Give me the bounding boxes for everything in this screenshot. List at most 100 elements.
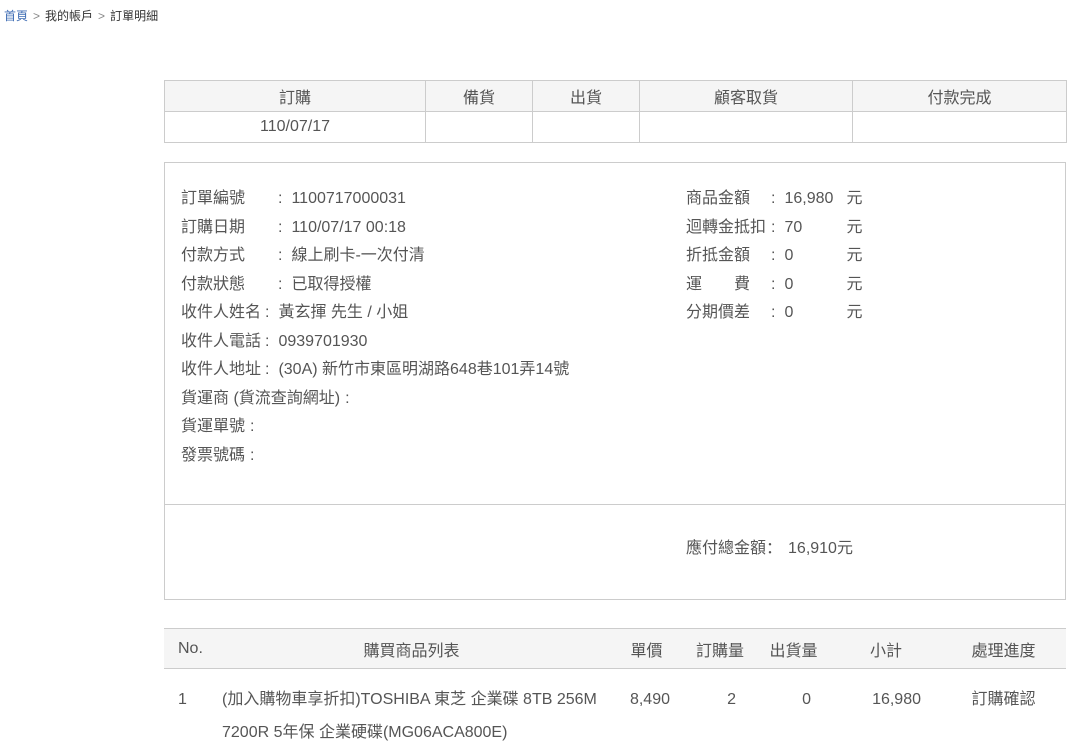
breadcrumb-separator: > bbox=[33, 9, 40, 23]
status-header-shipped: 出貨 bbox=[533, 81, 640, 112]
product-col-unit-price: 單價 bbox=[609, 629, 684, 669]
colon: : bbox=[771, 185, 775, 214]
payment-method-value: 線上刷卡-一次付清 bbox=[291, 242, 424, 271]
order-date-row: 訂購日期:110/07/17 00:18 bbox=[181, 214, 569, 243]
discount-amount-value: 0 bbox=[784, 242, 846, 271]
order-number-value: 1100717000031 bbox=[291, 185, 406, 214]
order-info-section: 訂單編號:1100717000031 訂購日期:110/07/17 00:18 … bbox=[165, 163, 1065, 505]
product-col-no: No. bbox=[164, 629, 214, 669]
recipient-address-row: 收件人地址: (30A) 新竹市東區明湖路648巷101弄14號 bbox=[181, 356, 569, 385]
status-header-row: 訂購 備貨 出貨 顧客取貨 付款完成 bbox=[165, 81, 1067, 112]
colon: : bbox=[250, 442, 254, 471]
payment-status-row: 付款狀態:已取得授權 bbox=[181, 271, 569, 300]
tracking-number-row: 貨運單號: bbox=[181, 413, 569, 442]
carrier-row: 貨運商 (貨流查詢網址): bbox=[181, 385, 569, 414]
status-header-paid: 付款完成 bbox=[853, 81, 1067, 112]
invoice-number-row: 發票號碼: bbox=[181, 442, 569, 471]
order-info-panel: 訂單編號:1100717000031 訂購日期:110/07/17 00:18 … bbox=[164, 162, 1066, 600]
recipient-phone-row: 收件人電話:0939701930 bbox=[181, 328, 569, 357]
shipping-fee-row: 運 費:0元 bbox=[686, 271, 862, 300]
breadcrumb: 首頁 > 我的帳戶 > 訂單明細 bbox=[4, 7, 158, 24]
order-date-value: 110/07/17 00:18 bbox=[291, 214, 405, 243]
currency-unit: 元 bbox=[846, 185, 862, 214]
recipient-phone-label: 收件人電話 bbox=[181, 328, 265, 357]
status-date-ordered: 110/07/17 bbox=[165, 112, 426, 143]
rebate-deduction-row: 迴轉金抵扣:70元 bbox=[686, 214, 862, 243]
status-value-row: 110/07/17 bbox=[165, 112, 1067, 143]
breadcrumb-item-order-detail: 訂單明細 bbox=[110, 9, 158, 23]
order-number-row: 訂單編號:1100717000031 bbox=[181, 185, 569, 214]
installment-diff-row: 分期價差:0元 bbox=[686, 299, 862, 328]
products-header-row: No. 購買商品列表 單價 訂購量 出貨量 小計 處理進度 bbox=[164, 629, 1066, 669]
product-col-ship-qty: 出貨量 bbox=[756, 629, 831, 669]
status-date-shipped bbox=[533, 112, 640, 143]
status-date-pickup bbox=[640, 112, 853, 143]
status-date-prepared bbox=[426, 112, 533, 143]
order-date-label: 訂購日期 bbox=[181, 214, 278, 243]
breadcrumb-item-account: 我的帳戶 bbox=[45, 9, 93, 23]
order-amounts-column: 商品金額:16,980元 迴轉金抵扣:70元 折抵金額:0元 運 費:0元 分期… bbox=[686, 185, 862, 328]
product-row-no: 1 bbox=[164, 669, 214, 749]
product-row-subtotal: 16,980 bbox=[831, 669, 941, 749]
colon: : bbox=[278, 242, 282, 271]
invoice-number-label: 發票號碼 bbox=[181, 442, 245, 471]
colon: : bbox=[771, 271, 775, 300]
installment-diff-value: 0 bbox=[784, 299, 846, 328]
total-due-value: 16,910元 bbox=[788, 540, 853, 557]
breadcrumb-separator: > bbox=[98, 9, 105, 23]
colon: : bbox=[265, 328, 269, 357]
product-col-name: 購買商品列表 bbox=[214, 629, 609, 669]
recipient-name-value: 黃玄揮 先生 / 小姐 bbox=[278, 299, 408, 328]
order-status-table: 訂購 備貨 出貨 顧客取貨 付款完成 110/07/17 bbox=[164, 80, 1067, 143]
colon: : bbox=[265, 356, 269, 385]
currency-unit: 元 bbox=[846, 214, 862, 243]
product-row: 1 (加入購物車享折扣)TOSHIBA 東芝 企業碟 8TB 256M 7200… bbox=[164, 669, 1066, 749]
currency-unit: 元 bbox=[846, 242, 862, 271]
shipping-fee-value: 0 bbox=[784, 271, 846, 300]
total-due-section: 應付總金額： 16,910元 bbox=[165, 505, 1065, 558]
recipient-name-label: 收件人姓名 bbox=[181, 299, 265, 328]
payment-status-label: 付款狀態 bbox=[181, 271, 278, 300]
rebate-deduction-value: 70 bbox=[784, 214, 846, 243]
colon: : bbox=[278, 185, 282, 214]
currency-unit: 元 bbox=[846, 299, 862, 328]
colon: : bbox=[278, 214, 282, 243]
colon: : bbox=[278, 271, 282, 300]
product-amount-row: 商品金額:16,980元 bbox=[686, 185, 862, 214]
product-row-unit-price: 8,490 bbox=[609, 669, 684, 749]
recipient-name-row: 收件人姓名: 黃玄揮 先生 / 小姐 bbox=[181, 299, 569, 328]
colon: : bbox=[345, 385, 349, 414]
products-table: No. 購買商品列表 單價 訂購量 出貨量 小計 處理進度 1 (加入購物車享折… bbox=[164, 628, 1066, 749]
product-row-order-qty: 2 bbox=[684, 669, 756, 749]
installment-diff-label: 分期價差 bbox=[686, 299, 771, 328]
product-col-status: 處理進度 bbox=[941, 629, 1066, 669]
rebate-deduction-label: 迴轉金抵扣 bbox=[686, 214, 771, 243]
colon: : bbox=[771, 214, 775, 243]
product-row-status: 訂購確認 bbox=[941, 669, 1066, 749]
status-header-ordered: 訂購 bbox=[165, 81, 426, 112]
order-info-left-column: 訂單編號:1100717000031 訂購日期:110/07/17 00:18 … bbox=[181, 185, 569, 470]
carrier-label: 貨運商 (貨流查詢網址) bbox=[181, 385, 340, 414]
colon: : bbox=[265, 299, 269, 328]
currency-unit: 元 bbox=[846, 271, 862, 300]
discount-amount-row: 折抵金額:0元 bbox=[686, 242, 862, 271]
breadcrumb-home-link[interactable]: 首頁 bbox=[4, 9, 28, 23]
status-date-paid bbox=[853, 112, 1067, 143]
colon: : bbox=[250, 413, 254, 442]
payment-method-row: 付款方式: 線上刷卡-一次付清 bbox=[181, 242, 569, 271]
colon: : bbox=[771, 242, 775, 271]
recipient-phone-value: 0939701930 bbox=[278, 328, 367, 357]
product-row-ship-qty: 0 bbox=[756, 669, 831, 749]
recipient-address-value: (30A) 新竹市東區明湖路648巷101弄14號 bbox=[278, 356, 569, 385]
recipient-address-label: 收件人地址 bbox=[181, 356, 265, 385]
status-header-prepared: 備貨 bbox=[426, 81, 533, 112]
product-amount-label: 商品金額 bbox=[686, 185, 771, 214]
shipping-fee-label: 運 費 bbox=[686, 271, 771, 300]
product-amount-value: 16,980 bbox=[784, 185, 846, 214]
status-header-pickup: 顧客取貨 bbox=[640, 81, 853, 112]
total-due-label: 應付總金額： bbox=[686, 540, 782, 557]
product-col-order-qty: 訂購量 bbox=[684, 629, 756, 669]
payment-method-label: 付款方式 bbox=[181, 242, 278, 271]
product-row-name: (加入購物車享折扣)TOSHIBA 東芝 企業碟 8TB 256M 7200R … bbox=[214, 669, 609, 749]
product-col-subtotal: 小計 bbox=[831, 629, 941, 669]
